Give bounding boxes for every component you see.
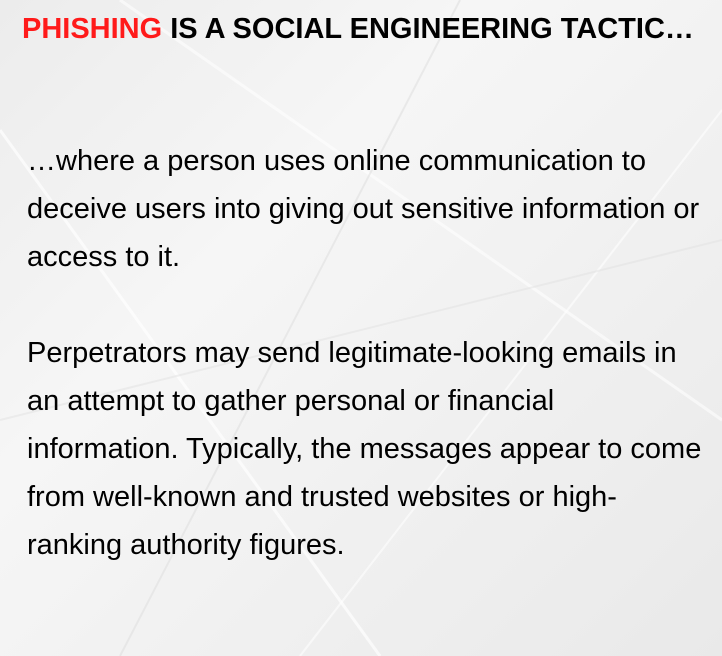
content-body: …where a person uses online communicatio… <box>27 137 707 569</box>
title-highlight: PHISHING <box>22 13 163 45</box>
title-rest: IS A SOCIAL ENGINEERING TACTIC… <box>162 13 694 45</box>
paragraph-details: Perpetrators may send legitimate-looking… <box>27 337 702 561</box>
page-title: PHISHING IS A SOCIAL ENGINEERING TACTIC… <box>22 4 702 54</box>
paragraph-definition: …where a person uses online communicatio… <box>27 145 700 273</box>
